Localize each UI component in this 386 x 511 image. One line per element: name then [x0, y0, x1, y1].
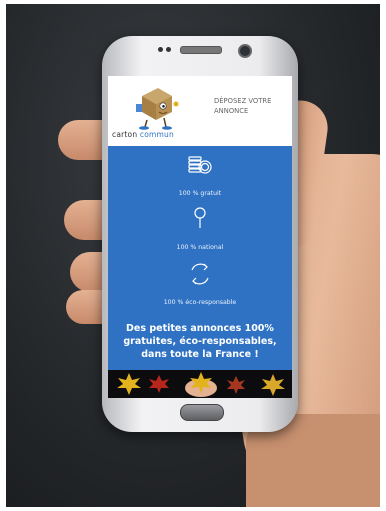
phone-screen: carton commun DÉPOSEZ VOTRE ANNONCE 100 …	[108, 76, 292, 398]
front-camera	[238, 44, 252, 58]
sensor-dot	[158, 47, 163, 52]
red-leaf-icon	[149, 375, 169, 393]
smartphone: carton commun DÉPOSEZ VOTRE ANNONCE 100 …	[102, 36, 298, 432]
home-button[interactable]	[180, 404, 224, 421]
features-section: 100 % gratuit 100 % national 100 % éco-r…	[108, 146, 292, 370]
hand-holding-leaf-icon	[185, 372, 217, 397]
brand-name: carton commun	[112, 130, 174, 139]
earpiece-speaker	[180, 46, 222, 54]
sensor-dot	[166, 47, 171, 52]
background-photo: carton commun DÉPOSEZ VOTRE ANNONCE 100 …	[6, 4, 380, 507]
feature-label-free: 100 % gratuit	[178, 190, 222, 197]
post-ad-link[interactable]: DÉPOSEZ VOTRE ANNONCE	[214, 96, 274, 116]
site-header: carton commun DÉPOSEZ VOTRE ANNONCE	[108, 76, 292, 146]
yellow-leaf-icon	[117, 373, 141, 395]
yellow-leaf-icon	[261, 374, 285, 396]
location-pin-icon	[194, 207, 206, 228]
brand-name-part2: commun	[139, 130, 174, 139]
red-leaf-icon	[227, 376, 245, 394]
tagline: Des petites annonces 100% gratuites, éco…	[123, 323, 277, 360]
coins-icon	[188, 156, 212, 174]
autumn-leaves-banner	[108, 370, 292, 398]
feature-label-eco: 100 % éco-responsable	[163, 299, 237, 306]
recycle-arrows-icon	[191, 263, 209, 285]
feature-label-national: 100 % national	[176, 244, 224, 251]
brand-name-part1: carton	[112, 130, 140, 139]
cardboard-mascot-logo[interactable]	[132, 82, 182, 130]
